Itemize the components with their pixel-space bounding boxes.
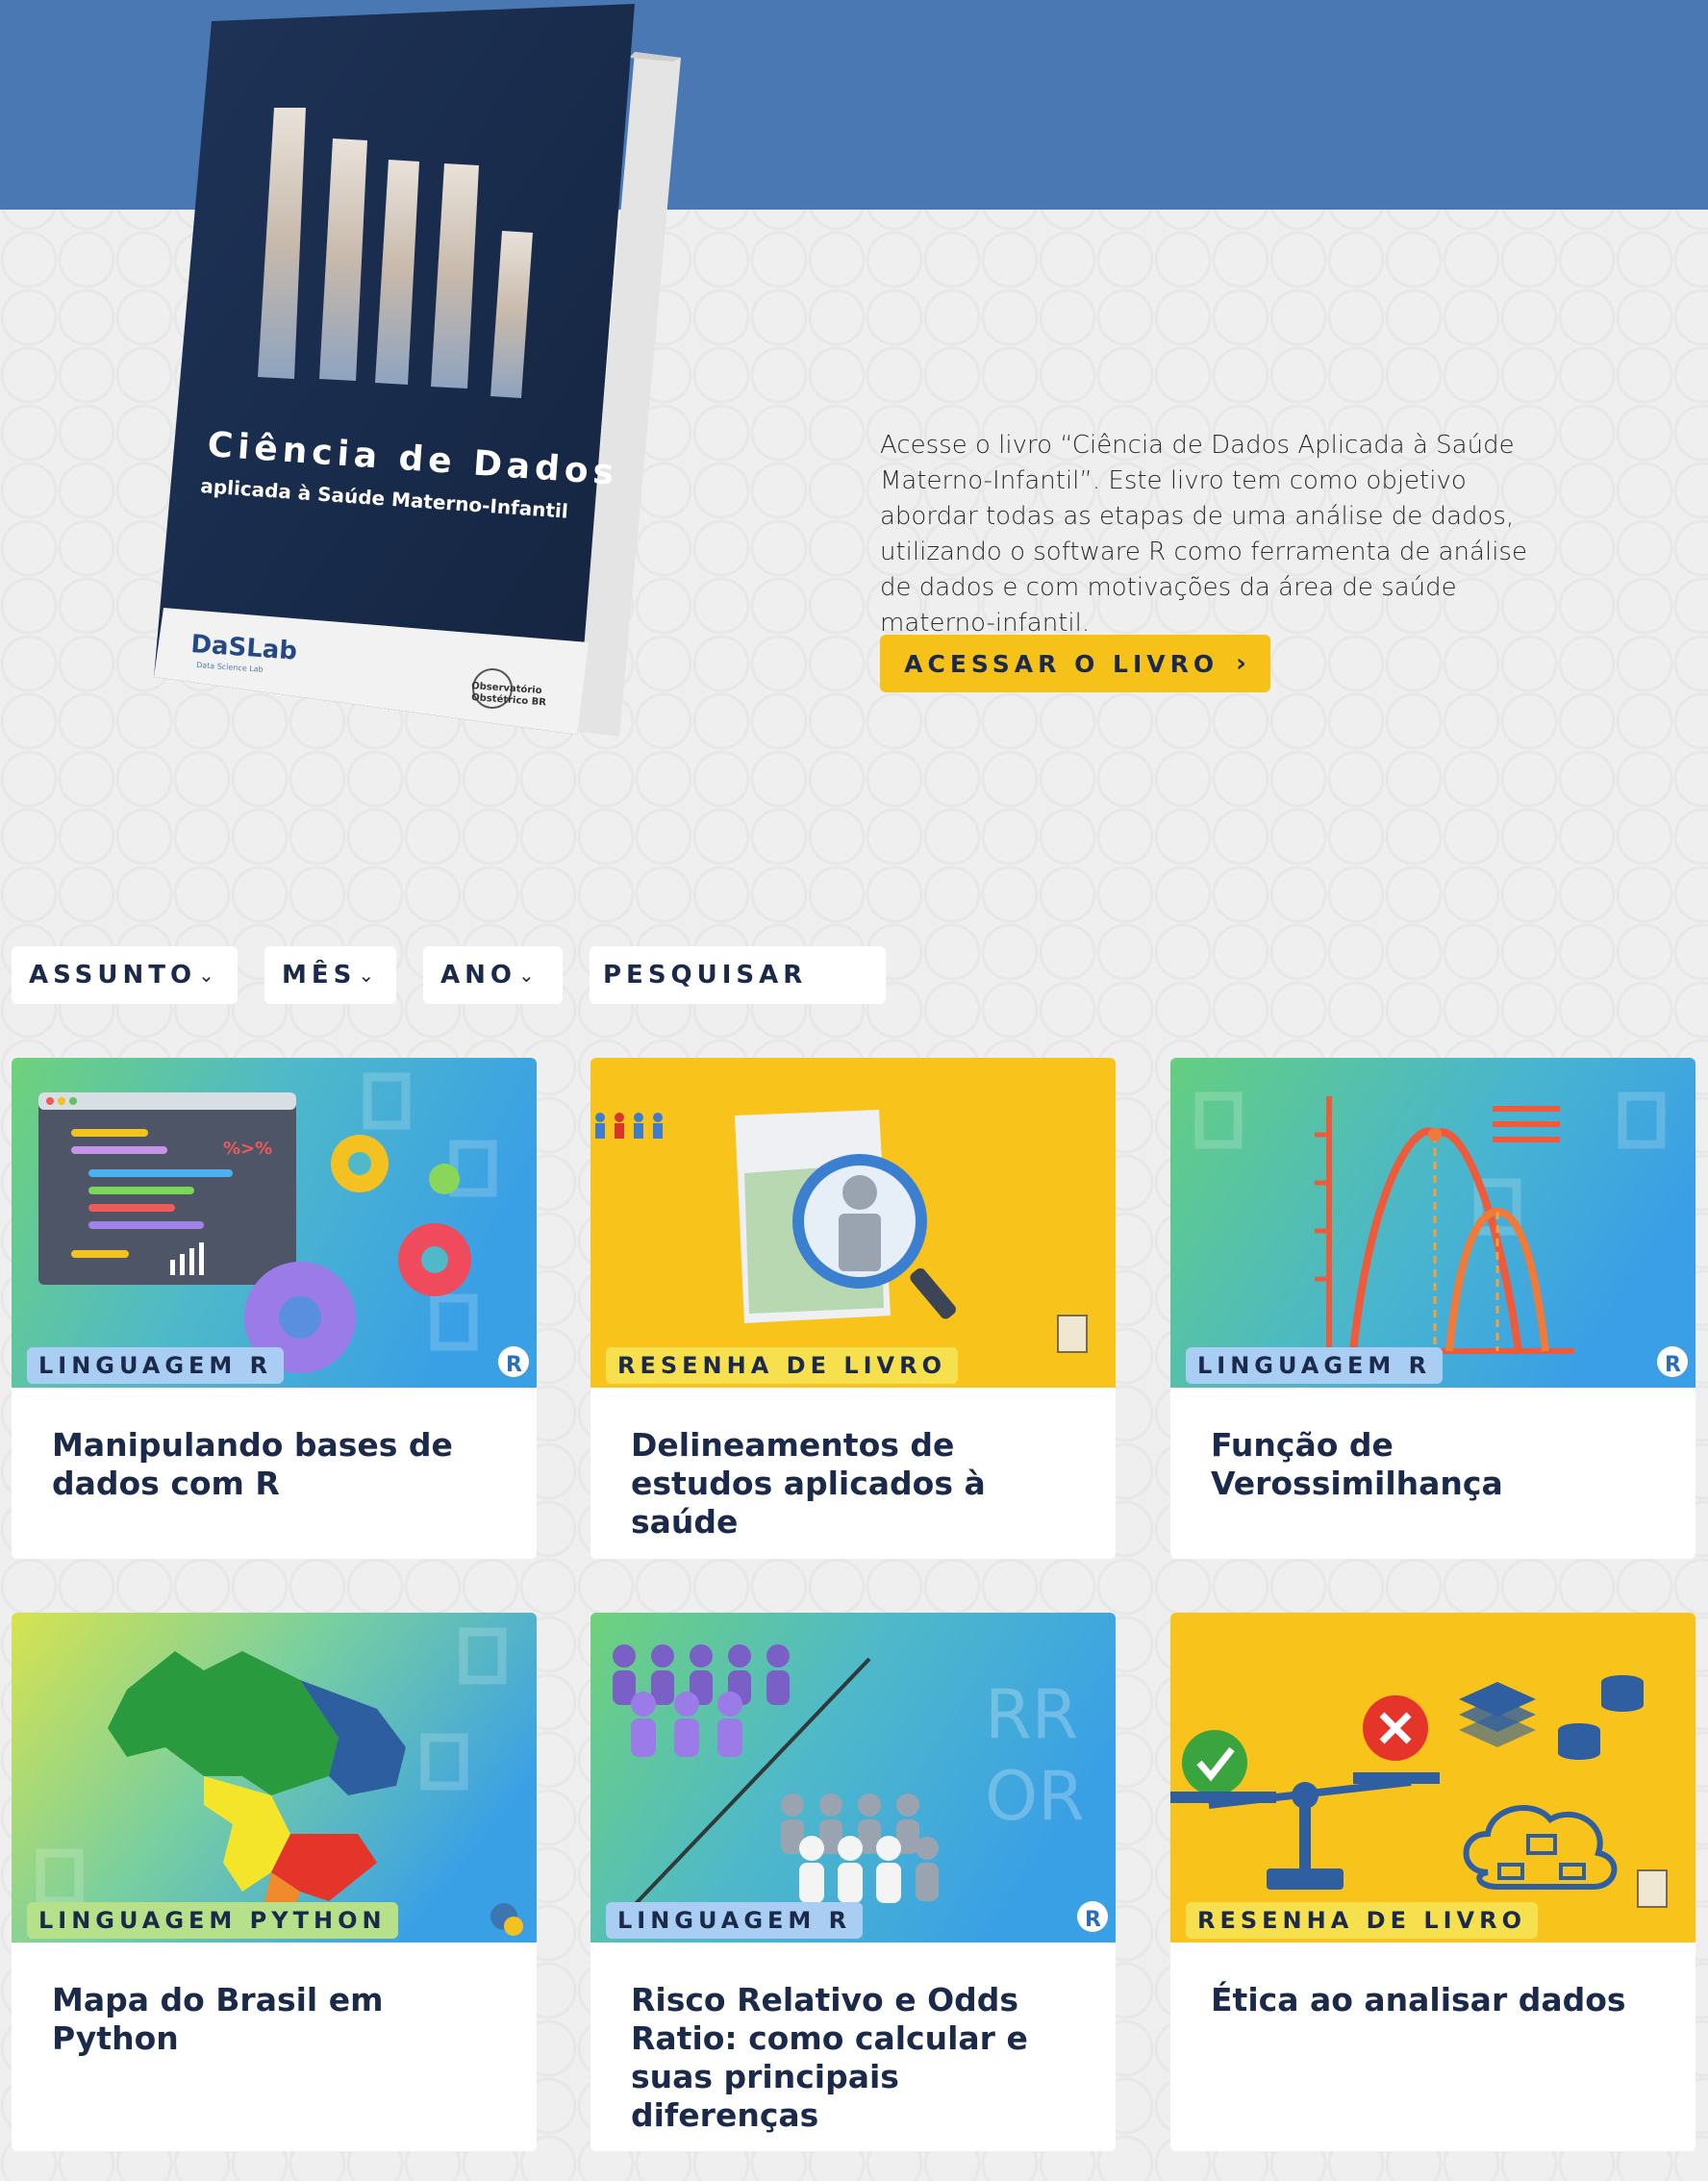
chevron-down-icon: ⌄: [517, 964, 535, 987]
post-thumbnail: RESENHA DE LIVRO: [1170, 1613, 1695, 1943]
search-input[interactable]: [603, 961, 872, 990]
category-tag[interactable]: LINGUAGEM R: [1186, 1347, 1444, 1384]
post-card[interactable]: RESENHA DE LIVRO Delineamentos de estudo…: [590, 1058, 1116, 1559]
post-title[interactable]: Manipulando bases de dados com R: [12, 1388, 537, 1503]
post-card[interactable]: R LINGUAGEM R Função de Verossimilhança: [1170, 1058, 1695, 1559]
post-title[interactable]: Risco Relativo e Odds Ratio: como calcul…: [590, 1943, 1116, 2135]
or-watermark-text: OR: [985, 1757, 1085, 1836]
year-dropdown-label: ANO: [440, 961, 516, 990]
category-tag[interactable]: LINGUAGEM R: [606, 1902, 864, 1939]
book-cover-image[interactable]: Ciência de Dados aplicada à Saúde Matern…: [154, 4, 692, 764]
post-thumbnail: RESENHA DE LIVRO: [590, 1058, 1116, 1388]
post-card[interactable]: %>% R LINGUAGEM R Manipulando bases de d…: [12, 1058, 537, 1559]
category-tag[interactable]: RESENHA DE LIVRO: [1186, 1902, 1539, 1939]
subject-dropdown[interactable]: ASSUNTO ⌄: [12, 946, 238, 1004]
subject-dropdown-label: ASSUNTO: [29, 961, 197, 990]
chevron-right-icon: ›: [1236, 649, 1246, 678]
rr-watermark-text: RR: [985, 1675, 1078, 1754]
post-thumbnail: %>% R LINGUAGEM R: [12, 1058, 537, 1388]
access-book-button[interactable]: ACESSAR O LIVRO ›: [880, 635, 1270, 692]
category-tag[interactable]: RESENHA DE LIVRO: [606, 1347, 959, 1384]
pipe-operator-text: %>%: [223, 1139, 272, 1159]
post-title[interactable]: Delineamentos de estudos aplicados à saú…: [590, 1388, 1116, 1542]
month-dropdown-label: MÊS: [282, 961, 357, 990]
book-description: Acesse o livro “Ciência de Dados Aplicad…: [880, 431, 1527, 638]
post-card[interactable]: LINGUAGEM PYTHON Mapa do Brasil em Pytho…: [12, 1613, 537, 2151]
year-dropdown[interactable]: ANO ⌄: [423, 946, 563, 1004]
post-title[interactable]: Mapa do Brasil em Python: [12, 1943, 537, 2058]
category-tag[interactable]: LINGUAGEM PYTHON: [27, 1902, 398, 1939]
r-logo-icon: R: [1085, 1908, 1101, 1932]
post-thumbnail: R LINGUAGEM R: [1170, 1058, 1695, 1388]
search-box[interactable]: [590, 946, 886, 1004]
post-thumbnail: RR OR R LINGUAGEM R: [590, 1613, 1116, 1943]
filter-bar: ASSUNTO ⌄ MÊS ⌄ ANO ⌄: [12, 946, 886, 1004]
chevron-down-icon: ⌄: [198, 964, 214, 987]
month-dropdown[interactable]: MÊS ⌄: [264, 946, 396, 1004]
category-tag[interactable]: LINGUAGEM R: [27, 1347, 285, 1384]
r-logo-icon: R: [1665, 1353, 1681, 1377]
access-book-label: ACESSAR O LIVRO: [904, 649, 1219, 678]
r-logo-icon: R: [506, 1353, 522, 1377]
chevron-down-icon: ⌄: [358, 964, 375, 987]
post-card[interactable]: RESENHA DE LIVRO Ética ao analisar dados: [1170, 1613, 1695, 2151]
post-title[interactable]: Ética ao analisar dados: [1170, 1943, 1695, 2019]
post-card[interactable]: RR OR R LINGUAGEM R Risco Relativo e Odd…: [590, 1613, 1116, 2151]
post-thumbnail: LINGUAGEM PYTHON: [12, 1613, 537, 1943]
post-title[interactable]: Função de Verossimilhança: [1170, 1388, 1695, 1503]
